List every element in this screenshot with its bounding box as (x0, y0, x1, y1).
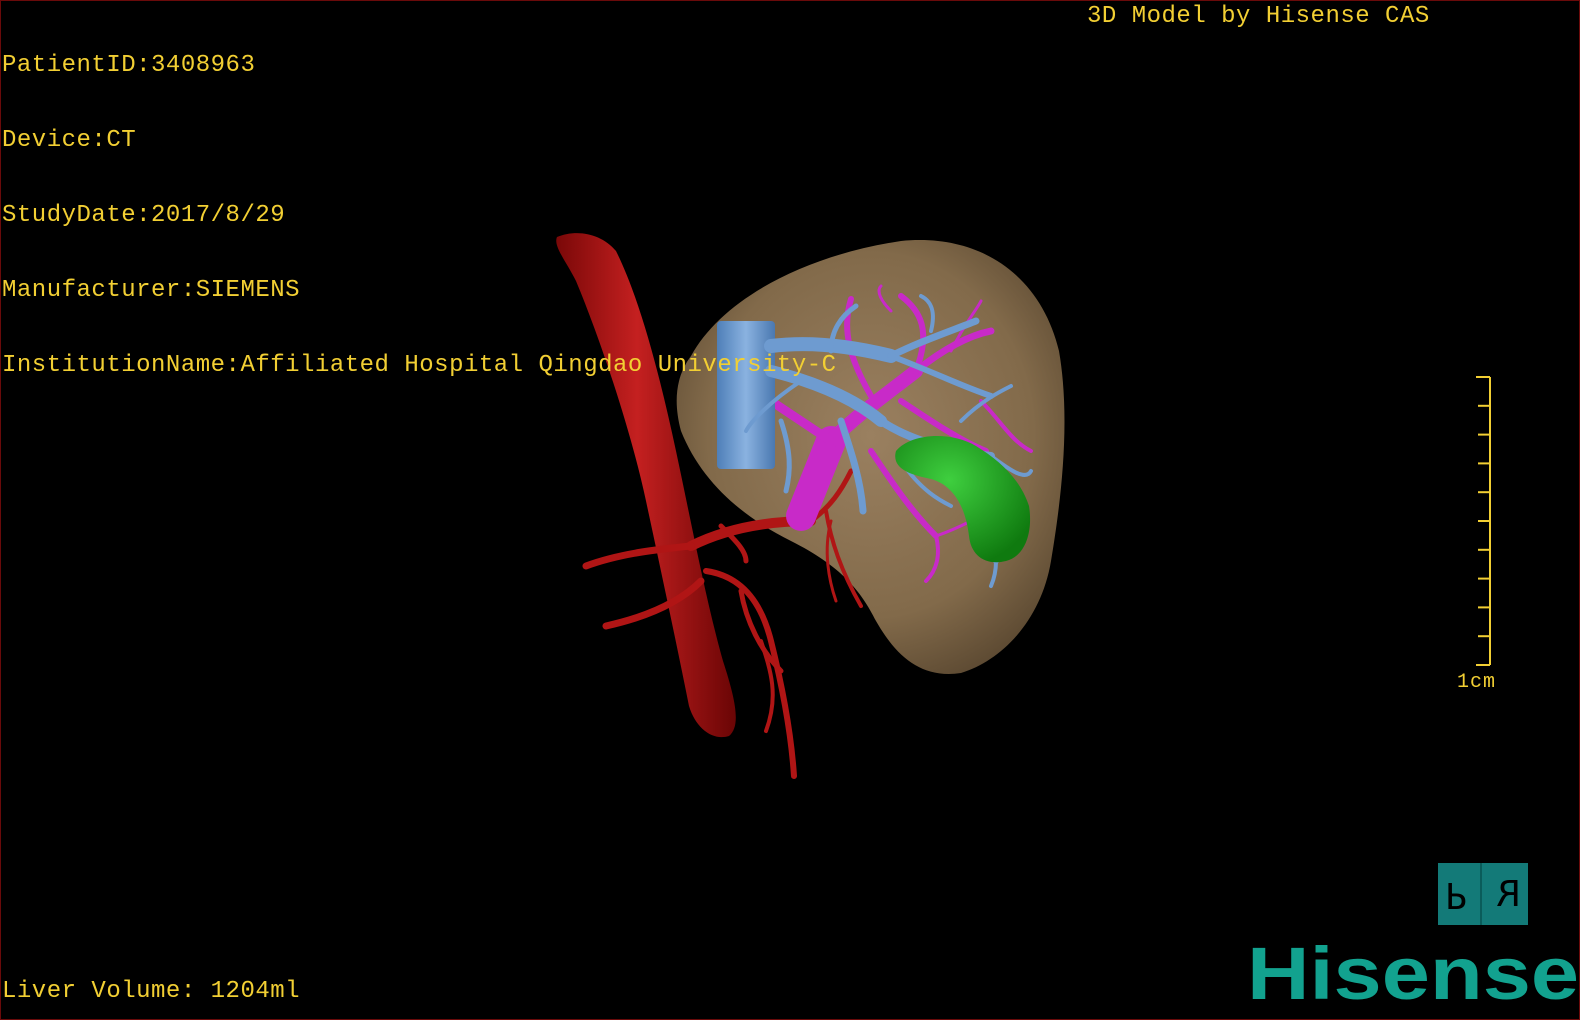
scale-label: 1cm (1457, 671, 1497, 694)
institution-label: InstitutionName:Affiliated Hospital Qing… (2, 352, 837, 379)
device-label: Device:CT (2, 127, 137, 154)
orientation-cube-icon[interactable]: P R (1438, 863, 1528, 925)
manufacturer-label: Manufacturer:SIEMENS (2, 277, 301, 304)
hisense-logo: Hisense (1247, 937, 1579, 1015)
scale-bar-icon (1476, 376, 1491, 666)
study-date-label: StudyDate:2017/8/29 (2, 202, 286, 229)
model-credit-title: 3D Model by Hisense CAS (1087, 3, 1430, 30)
3d-viewport[interactable]: PatientID:3408963 Device:CT StudyDate:20… (0, 0, 1580, 1020)
orientation-divider (1480, 863, 1483, 925)
liver-volume-readout: Liver Volume: 1204ml (2, 978, 301, 1005)
orientation-face-right: R (1496, 873, 1522, 915)
dicom-info-overlay: PatientID:3408963 Device:CT StudyDate:20… (2, 3, 837, 428)
brand-logo-text: Hisense (1247, 937, 1579, 1015)
orientation-face-posterior: P (1444, 873, 1467, 915)
patient-id-label: PatientID:3408963 (2, 52, 256, 79)
